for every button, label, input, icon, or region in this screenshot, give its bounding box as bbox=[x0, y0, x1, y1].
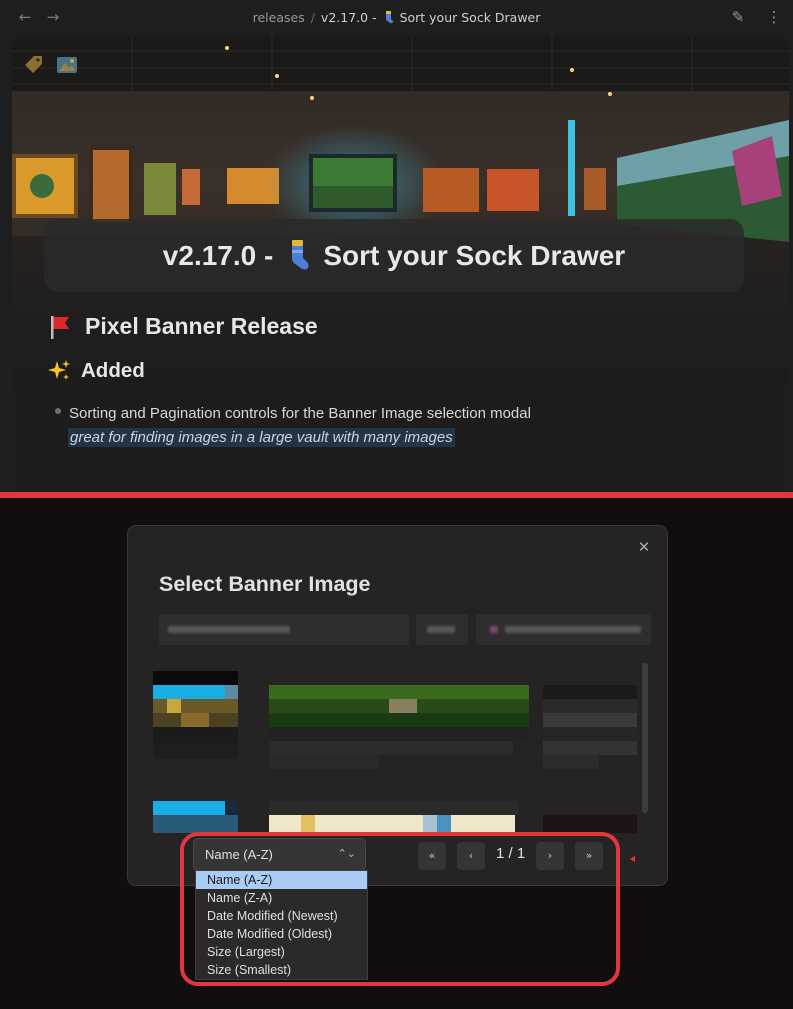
breadcrumb: releases / v2.17.0 - Sort your Sock Draw… bbox=[0, 0, 793, 34]
list-item-text: Sorting and Pagination controls for the … bbox=[69, 405, 531, 422]
sort-dropdown: Name (A-Z) Name (Z-A) Date Modified (New… bbox=[195, 870, 368, 980]
image-icon[interactable] bbox=[55, 53, 79, 77]
red-flag-icon bbox=[51, 315, 69, 339]
last-page-button[interactable]: » bbox=[575, 842, 603, 870]
sort-option-name-asc[interactable]: Name (A-Z) bbox=[196, 871, 367, 889]
search-input[interactable] bbox=[159, 614, 409, 645]
modal-title: Select Banner Image bbox=[159, 572, 371, 596]
first-page-button[interactable]: « bbox=[418, 842, 446, 870]
tag-icon[interactable] bbox=[22, 53, 46, 77]
top-bar: ← → releases / v2.17.0 - Sort your Sock … bbox=[0, 0, 793, 34]
breadcrumb-title: Sort your Sock Drawer bbox=[399, 9, 541, 25]
select-banner-modal: ✕ Select Banner Image bbox=[127, 525, 668, 886]
list-item-italic-text: great for finding images in a large vaul… bbox=[68, 428, 455, 447]
sock-icon bbox=[385, 10, 393, 23]
scrollbar[interactable] bbox=[642, 663, 648, 813]
heading-added: Added bbox=[47, 359, 145, 383]
sort-option-date-oldest[interactable]: Date Modified (Oldest) bbox=[196, 925, 367, 943]
upload-button[interactable] bbox=[476, 614, 651, 645]
sort-option-size-largest[interactable]: Size (Largest) bbox=[196, 943, 367, 961]
modal-screenshot: ✕ Select Banner Image Name (A-Z) ⌃⌄ « ‹ … bbox=[0, 498, 793, 1009]
note-view: v2.17.0 - Sort your Sock Drawer Pixel Ba… bbox=[12, 36, 789, 492]
chevron-up-down-icon: ⌃⌄ bbox=[337, 848, 356, 860]
banner-title-name: Sort your Sock Drawer bbox=[323, 239, 626, 271]
sock-icon bbox=[292, 239, 309, 269]
sort-option-date-newest[interactable]: Date Modified (Newest) bbox=[196, 907, 367, 925]
heading-text: Added bbox=[81, 359, 145, 382]
sort-option-size-smallest[interactable]: Size (Smallest) bbox=[196, 961, 367, 979]
breadcrumb-version: v2.17.0 - bbox=[320, 9, 377, 25]
sort-select[interactable]: Name (A-Z) ⌃⌄ bbox=[193, 838, 366, 871]
clear-button[interactable] bbox=[416, 614, 468, 645]
image-grid bbox=[153, 671, 637, 833]
heading-pixel-banner-release: Pixel Banner Release bbox=[47, 313, 318, 340]
sparkles-icon bbox=[48, 360, 70, 380]
breadcrumb-separator: / bbox=[310, 9, 315, 25]
more-vertical-icon[interactable]: ⋮ bbox=[764, 7, 784, 27]
banner-title-version: v2.17.0 - bbox=[162, 239, 274, 271]
close-icon[interactable]: ✕ bbox=[634, 537, 654, 557]
list-bullet bbox=[55, 408, 61, 414]
marker-arrow bbox=[630, 856, 635, 862]
breadcrumb-folder[interactable]: releases bbox=[253, 10, 305, 25]
banner-title: v2.17.0 - Sort your Sock Drawer bbox=[44, 219, 744, 292]
prev-page-button[interactable]: ‹ bbox=[457, 842, 485, 870]
sort-select-value: Name (A-Z) bbox=[205, 847, 273, 862]
next-page-button[interactable]: › bbox=[536, 842, 564, 870]
heading-text: Pixel Banner Release bbox=[85, 313, 318, 339]
page-indicator: 1 / 1 bbox=[496, 845, 526, 862]
pencil-icon[interactable]: ✎ bbox=[728, 7, 748, 27]
sort-option-name-desc[interactable]: Name (Z-A) bbox=[196, 889, 367, 907]
